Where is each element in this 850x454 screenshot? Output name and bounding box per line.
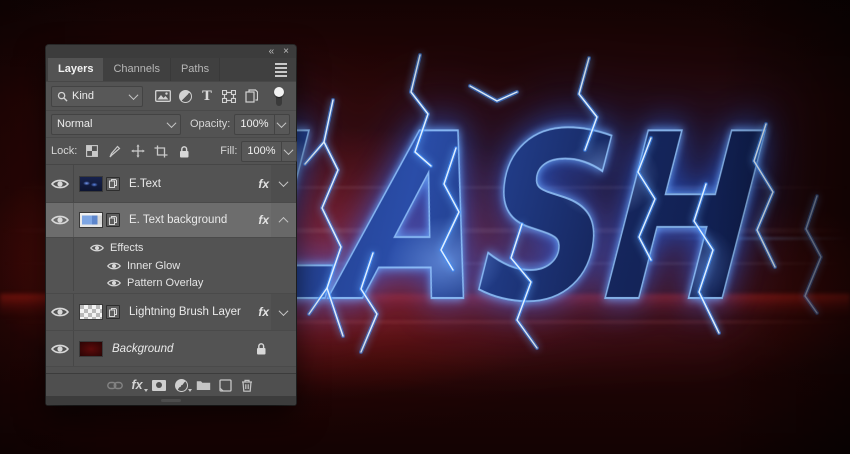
add-layer-style-icon[interactable]: fx (128, 376, 146, 394)
tab-paths[interactable]: Paths (171, 58, 220, 81)
smart-objects-filter-icon[interactable] (240, 86, 262, 106)
eye-icon (51, 178, 69, 190)
smart-object-badge-icon (106, 177, 120, 191)
collapse-effects-icon[interactable] (271, 203, 296, 237)
eye-icon (90, 243, 104, 253)
effects-label: Effects (110, 242, 143, 254)
layer-list-empty-area (46, 366, 296, 373)
add-layer-mask-icon[interactable] (150, 376, 168, 394)
layer-name[interactable]: E.Text (129, 178, 161, 190)
layer-name[interactable]: Lightning Brush Layer (129, 306, 241, 318)
effect-row-inner-glow[interactable]: Inner Glow (46, 257, 296, 274)
shape-layers-filter-icon[interactable] (218, 86, 240, 106)
layer-thumbnail[interactable] (79, 176, 103, 192)
fill-label: Fill: (220, 145, 237, 157)
layer-row-etext-background[interactable]: E. Text background fx (46, 202, 296, 237)
blend-mode-dropdown[interactable]: Normal (51, 114, 181, 135)
opacity-value[interactable]: 100% (235, 118, 273, 130)
visibility-toggle[interactable] (46, 331, 74, 366)
filtering-toggle[interactable] (273, 87, 285, 106)
layer-row-etext[interactable]: E.Text fx (46, 165, 296, 202)
type-layers-filter-icon[interactable]: T (196, 86, 218, 106)
collapse-effects-icon[interactable] (271, 294, 296, 330)
tab-channels[interactable]: Channels (103, 58, 170, 81)
blend-mode-value: Normal (57, 118, 92, 130)
effects-header-row[interactable]: Effects (46, 237, 296, 257)
effects-visibility-toggle[interactable] (90, 243, 104, 253)
eye-icon (51, 306, 69, 318)
layer-name[interactable]: E. Text background (129, 214, 227, 226)
lock-image-pixels-icon[interactable] (106, 141, 123, 161)
effect-name[interactable]: Pattern Overlay (127, 277, 203, 289)
blend-row: Normal Opacity: 100% (46, 111, 296, 138)
delete-layer-icon[interactable] (238, 376, 256, 394)
collapse-panel-icon[interactable]: « (269, 45, 275, 58)
effect-visibility-toggle[interactable] (107, 261, 121, 271)
lock-transparent-pixels-icon[interactable] (83, 141, 100, 161)
opacity-label: Opacity: (190, 118, 230, 130)
chevron-down-icon (167, 118, 177, 128)
filter-kind-dropdown[interactable]: Kind (51, 86, 143, 107)
layer-thumbnail[interactable] (79, 304, 103, 320)
lock-row: Lock: Fill: 100% (46, 138, 296, 165)
layer-thumbnail[interactable] (79, 341, 103, 357)
tab-layers[interactable]: Layers (48, 58, 103, 81)
eye-icon (51, 214, 69, 226)
eye-icon (51, 343, 69, 355)
fill-input[interactable]: 100% (241, 141, 296, 162)
panel-footer-toolbar: fx (46, 373, 296, 396)
fill-value[interactable]: 100% (242, 145, 280, 157)
layer-name[interactable]: Background (112, 343, 173, 355)
search-icon (57, 91, 68, 102)
panel-resize-grip[interactable] (46, 396, 296, 405)
eye-icon (107, 278, 121, 288)
panel-tabs: Layers Channels Paths (46, 58, 296, 82)
fx-badge: fx (258, 213, 271, 227)
layers-panel: « × Layers Channels Paths Kind T Normal (46, 45, 296, 405)
layer-locked-icon (254, 342, 268, 355)
layer-row-background[interactable]: Background (46, 330, 296, 366)
smart-object-badge-icon (106, 213, 120, 227)
chevron-down-icon (129, 90, 139, 100)
fx-badge: fx (258, 305, 271, 319)
new-layer-icon[interactable] (216, 376, 234, 394)
smart-object-badge-icon (106, 305, 120, 319)
effect-visibility-toggle[interactable] (107, 278, 121, 288)
chevron-down-icon[interactable] (281, 142, 296, 161)
adjustment-layers-filter-icon[interactable] (174, 86, 196, 106)
visibility-toggle[interactable] (46, 294, 74, 330)
eye-icon (107, 261, 121, 271)
new-group-icon[interactable] (194, 376, 212, 394)
close-panel-icon[interactable]: × (283, 45, 289, 58)
panel-menu-icon[interactable] (275, 63, 287, 77)
chevron-down-icon[interactable] (274, 115, 289, 134)
opacity-input[interactable]: 100% (234, 114, 289, 135)
visibility-toggle[interactable] (46, 203, 74, 237)
lock-position-icon[interactable] (129, 141, 146, 161)
layer-list: E.Text fx E. Text background fx Effects (46, 165, 296, 373)
visibility-toggle[interactable] (46, 165, 74, 202)
lock-label: Lock: (51, 145, 77, 157)
collapse-effects-icon[interactable] (271, 165, 296, 202)
filter-kind-label: Kind (72, 90, 94, 102)
layer-row-lightning-brush[interactable]: Lightning Brush Layer fx (46, 293, 296, 330)
link-layers-icon[interactable] (106, 376, 124, 394)
effect-row-pattern-overlay[interactable]: Pattern Overlay (46, 274, 296, 293)
new-adjustment-layer-icon[interactable] (172, 376, 190, 394)
layer-thumbnail[interactable] (79, 212, 103, 228)
fx-badge: fx (258, 177, 271, 191)
lock-all-icon[interactable] (175, 141, 192, 161)
filter-row: Kind T (46, 82, 296, 111)
lock-artboard-nesting-icon[interactable] (152, 141, 169, 161)
panel-titlebar[interactable]: « × (46, 45, 296, 58)
pixel-layers-filter-icon[interactable] (152, 86, 174, 106)
effect-name[interactable]: Inner Glow (127, 260, 180, 272)
